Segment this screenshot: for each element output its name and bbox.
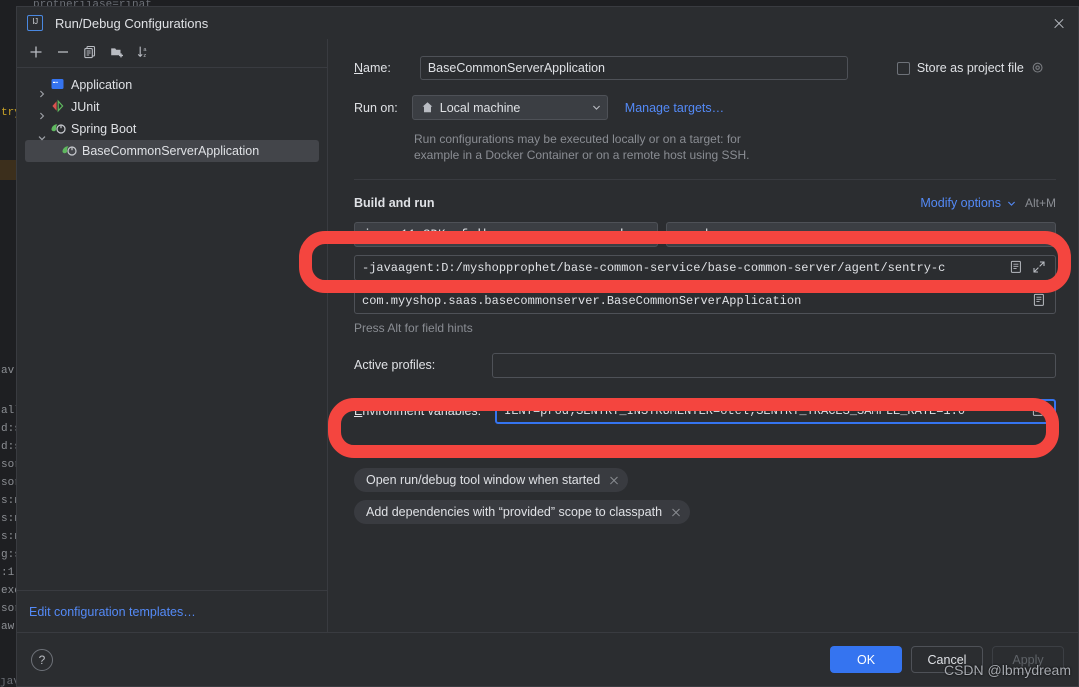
modify-options-link[interactable]: Modify options: [920, 196, 1001, 210]
sort-alphabetically-icon[interactable]: a z: [133, 42, 157, 64]
active-profiles-row: Active profiles:: [354, 352, 1056, 378]
svg-text:z: z: [143, 53, 146, 59]
classpath-value: -cp base-common-server: [675, 227, 841, 242]
open-editor-icon[interactable]: [1009, 260, 1025, 276]
home-icon: [421, 101, 434, 114]
main-class-input[interactable]: com.myyshop.saas.basecommonserver.BaseCo…: [354, 288, 1056, 314]
jre-select[interactable]: java 11 SDK of 'base-common-server': [354, 222, 658, 247]
configuration-editor-pane: Name: BaseCommonServerApplication Store …: [328, 39, 1078, 632]
run-on-hint: Run configurations may be executed local…: [414, 131, 1056, 163]
tree-item-label: Application: [71, 78, 133, 92]
tree-item-basecommonserverapplication[interactable]: BaseCommonServerApplication: [25, 140, 319, 162]
run-on-row: Run on: Local machine Manage targets…: [354, 94, 1056, 121]
tree-item-label: Spring Boot: [71, 122, 137, 136]
manage-targets-link[interactable]: Manage targets…: [625, 101, 724, 115]
close-icon[interactable]: [606, 472, 622, 488]
chevron-down-icon[interactable]: [1032, 228, 1049, 242]
open-editor-icon[interactable]: [1031, 403, 1047, 419]
tree-item-label: JUnit: [71, 100, 100, 114]
jre-value: java 11 SDK of 'base-common-server': [363, 227, 626, 242]
chip-label: Open run/debug tool window when started: [366, 473, 601, 487]
configurations-pane: a z Application JUnit Spring Boot BaseCo…: [17, 39, 328, 632]
configuration-editor-scroll: Name: BaseCommonServerApplication Store …: [328, 39, 1078, 632]
option-chips: Open run/debug tool window when started …: [354, 468, 1056, 532]
open-editor-icon[interactable]: [1032, 293, 1048, 309]
vm-options-value: -javaagent:D:/myshopprophet/base-common-…: [362, 261, 946, 275]
store-as-project-file-label: Store as project file: [916, 61, 1024, 75]
build-and-run-header: Build and run Modify options Alt+M: [354, 192, 1056, 214]
help-icon[interactable]: ?: [31, 648, 53, 671]
add-configuration-button[interactable]: [25, 42, 49, 64]
run-on-target-select[interactable]: Local machine: [411, 95, 608, 120]
tree-item-spring-boot[interactable]: Spring Boot: [17, 118, 327, 141]
close-icon[interactable]: [668, 504, 684, 520]
spring-boot-icon: [50, 121, 67, 137]
edit-configuration-templates-link[interactable]: Edit configuration templates…: [29, 605, 196, 619]
junit-icon: [50, 99, 67, 115]
dialog-button-bar: ? OK Cancel Apply: [17, 632, 1078, 686]
cancel-button[interactable]: Cancel: [911, 646, 983, 673]
ok-button[interactable]: OK: [830, 646, 902, 673]
intellij-idea-logo-icon: [27, 15, 43, 31]
active-profiles-label: Active profiles:: [354, 358, 436, 372]
tree-item-application[interactable]: Application: [17, 74, 327, 98]
name-input[interactable]: BaseCommonServerApplication: [419, 56, 848, 80]
configurations-toolbar: a z: [17, 39, 327, 68]
run-on-value: Local machine: [439, 100, 521, 115]
section-divider: [354, 179, 1056, 180]
apply-button: Apply: [992, 646, 1064, 673]
tree-item-junit[interactable]: JUnit: [17, 96, 327, 120]
environment-variables-input[interactable]: IENT=prod;SENTRY_INSTRUMENTER=otel;SENTR…: [495, 398, 1056, 424]
dialog-actions: OK Cancel Apply: [830, 646, 1064, 673]
remove-configuration-button[interactable]: [52, 42, 76, 64]
vm-options-input[interactable]: -javaagent:D:/myshopprophet/base-common-…: [354, 255, 1056, 281]
chip-open-run-debug-tool-window[interactable]: Open run/debug tool window when started: [354, 468, 629, 492]
configurations-tree: Application JUnit Spring Boot BaseCommon…: [17, 68, 327, 590]
chevron-down-icon[interactable]: [1007, 199, 1016, 208]
dialog-title: Run/Debug Configurations: [55, 15, 209, 31]
field-hints-text: Press Alt for field hints: [354, 321, 473, 335]
active-profiles-input[interactable]: [492, 352, 1056, 378]
chip-add-provided-scope-dependencies[interactable]: Add dependencies with “provided” scope t…: [354, 500, 691, 524]
main-class-value: com.myyshop.saas.basecommonserver.BaseCo…: [362, 294, 802, 308]
modify-options-shortcut: Alt+M: [1024, 196, 1056, 210]
dialog-body: a z Application JUnit Spring Boot BaseCo…: [17, 39, 1078, 632]
classpath-module-select[interactable]: -cp base-common-server: [666, 222, 1056, 247]
jre-classpath-row: java 11 SDK of 'base-common-server' -cp …: [354, 222, 1056, 247]
environment-variables-label: Environment variables:: [354, 404, 482, 418]
new-folder-button[interactable]: [106, 42, 130, 64]
tree-item-label: BaseCommonServerApplication: [82, 144, 260, 158]
close-icon[interactable]: [1046, 10, 1072, 36]
run-debug-configurations-dialog: Run/Debug Configurations: [16, 6, 1079, 687]
tree-footer: Edit configuration templates…: [17, 590, 327, 632]
run-on-hint-line2: example in a Docker Container or on a re…: [414, 148, 750, 162]
chip-label: Add dependencies with “provided” scope t…: [366, 505, 663, 519]
chevron-down-icon[interactable]: [584, 101, 601, 115]
environment-variables-value: IENT=prod;SENTRY_INSTRUMENTER=otel;SENTR…: [504, 404, 966, 418]
run-on-label: Run on:: [354, 100, 398, 115]
run-on-hint-line1: Run configurations may be executed local…: [414, 132, 741, 146]
expand-icon[interactable]: [1032, 260, 1048, 276]
spring-boot-icon: [61, 143, 78, 159]
dialog-titlebar: Run/Debug Configurations: [17, 7, 1078, 39]
application-icon: [50, 77, 67, 93]
name-row: Name: BaseCommonServerApplication Store …: [354, 55, 1056, 81]
build-and-run-title: Build and run: [354, 196, 435, 210]
environment-variables-row: Environment variables: IENT=prod;SENTRY_…: [354, 398, 1056, 424]
copy-configuration-button[interactable]: [79, 42, 103, 64]
store-as-project-file-checkbox[interactable]: Store as project file: [896, 61, 1045, 75]
name-label: Name:: [354, 61, 391, 75]
checkbox-box[interactable]: [896, 61, 910, 75]
chevron-down-icon[interactable]: [634, 228, 651, 242]
gear-icon[interactable]: [1031, 61, 1045, 75]
